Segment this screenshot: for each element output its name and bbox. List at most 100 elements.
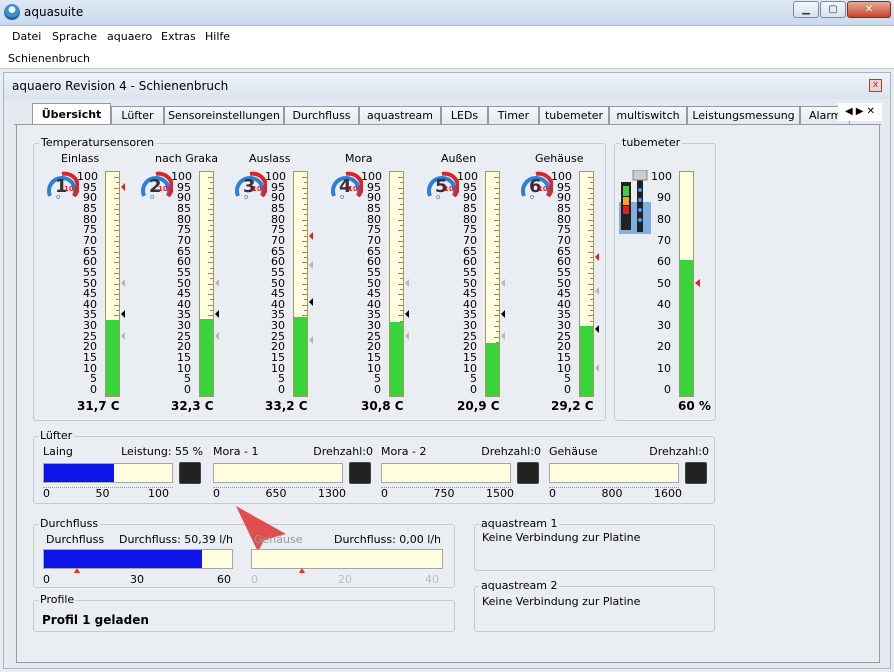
tab-tubemeter[interactable]: tubemeter <box>539 106 609 124</box>
sensor-bar-tick <box>588 283 593 285</box>
sensor-bar-tick <box>210 182 213 184</box>
sensor-bar-tick <box>398 187 403 189</box>
tab-durchfluss[interactable]: Durchfluss <box>284 106 359 124</box>
sensor-3-value: 33,2 C <box>265 399 308 413</box>
fans-title: Lüfter <box>38 429 75 442</box>
sensor-bar-tick <box>398 262 403 264</box>
sensor-bar-tick <box>400 299 403 301</box>
sensor-6-bar <box>579 171 594 397</box>
sensor-bar-tick <box>116 299 119 301</box>
menu-datei[interactable]: Datei <box>12 30 41 43</box>
menu-sprache[interactable]: Sprache <box>52 30 97 43</box>
sensor-bar-tick <box>210 256 213 258</box>
sensor-name-5: Außen <box>441 152 477 165</box>
tab-luefter[interactable]: Lüfter <box>111 106 164 124</box>
sensor-bar-tick <box>114 315 119 317</box>
sensor-bar-tick <box>302 177 307 178</box>
fan-1-scale-label: 0 <box>43 487 50 500</box>
fan-2-icon[interactable] <box>349 462 371 484</box>
fan-3-metric: Drehzahl:0 <box>481 445 541 458</box>
close-button[interactable]: ✕ <box>847 1 891 18</box>
sensor-bar-tick <box>400 310 403 312</box>
sensor-bar-tick <box>400 246 403 248</box>
sensor-bar-tick <box>208 251 213 253</box>
sensor-bar-tick <box>116 192 119 194</box>
sensor-bar-tick <box>302 230 307 232</box>
menu-extras[interactable]: Extras <box>161 30 196 43</box>
sensor-bar-tick <box>116 246 119 248</box>
menu-hilfe[interactable]: Hilfe <box>205 30 230 43</box>
sensor-6-alarm-marker <box>595 252 599 261</box>
sensor-bar-tick <box>494 208 499 210</box>
minimize-button[interactable]: ▁ <box>793 1 819 18</box>
fan-4-icon[interactable] <box>685 462 707 484</box>
tab-scroll-buttons[interactable]: ◀ ▶ ✕ <box>838 103 882 121</box>
sensor-bar-tick <box>210 192 213 194</box>
fan-3-icon[interactable] <box>517 462 539 484</box>
sensor-1-tick-label: 0 <box>90 383 97 396</box>
sensor-bar-tick <box>116 224 119 226</box>
sensor-4-limit-marker <box>405 310 409 319</box>
sensor-bar-tick <box>116 310 119 312</box>
fan-1-fill <box>44 464 115 482</box>
sensor-bar-tick <box>208 262 213 264</box>
tab-leistungsmessung[interactable]: Leistungsmessung <box>687 106 800 124</box>
flow-1-scale-label: 30 <box>130 573 144 586</box>
tab-sensoreinstellungen[interactable]: Sensoreinstellungen <box>164 106 284 124</box>
sensor-bar-tick <box>496 288 499 290</box>
sensor-bar-tick <box>496 320 499 322</box>
sensor-bar-tick <box>398 208 403 210</box>
sensor-bar-tick <box>398 251 403 253</box>
sensor-bar-tick <box>210 310 213 312</box>
sensor-bar-tick <box>588 315 593 317</box>
flow-1-bar <box>43 549 233 569</box>
sensor-1-range-marker <box>121 278 125 287</box>
fan-1-name: Laing <box>43 445 73 458</box>
fan-3-scale-label: 750 <box>433 487 455 500</box>
sensor-6-limit-marker <box>595 325 599 334</box>
app-title: aquasuite <box>24 5 84 19</box>
sensor-6-range-marker <box>595 363 599 372</box>
fan-4-bar <box>549 463 679 483</box>
tab-timer[interactable]: Timer <box>488 106 539 124</box>
sensor-bar-tick <box>208 240 213 242</box>
tab-leds[interactable]: LEDs <box>441 106 488 124</box>
sensor-bar-tick <box>304 235 307 237</box>
tab-uebersicht[interactable]: Übersicht <box>32 103 111 124</box>
flow-2-metric: Durchfluss: 0,00 l/h <box>333 533 441 546</box>
sensor-bar-tick <box>400 203 403 205</box>
tab-multiswitch[interactable]: multiswitch <box>609 106 687 124</box>
sensor-bar-tick <box>398 272 403 274</box>
sensor-bar-tick <box>588 219 593 221</box>
tubemeter-tick-label: 60 <box>657 255 671 269</box>
sensor-bar-tick <box>400 182 403 184</box>
sensor-bar-tick <box>494 251 499 253</box>
tab-aquastream[interactable]: aquastream <box>359 106 441 124</box>
sensor-bar-tick <box>398 315 403 317</box>
tubemeter-fill <box>680 260 693 396</box>
sensor-bar-tick <box>588 294 593 296</box>
sensor-bar-tick <box>302 304 307 306</box>
panel-close-button[interactable]: x <box>869 79 882 92</box>
fan-1-icon[interactable] <box>179 462 201 484</box>
sensor-name-3: Auslass <box>249 152 291 165</box>
fan-4-name: Gehäuse <box>549 445 598 458</box>
sensor-bar-tick <box>304 288 307 290</box>
menu-aquaero[interactable]: aquaero <box>107 30 152 43</box>
sensor-bar-tick <box>494 272 499 274</box>
sensor-bar-tick <box>494 230 499 232</box>
sensor-2-bar <box>199 171 214 397</box>
sensor-bar-tick <box>398 198 403 200</box>
sensor-bar-tick <box>114 208 119 210</box>
sensor-bar-tick <box>588 251 593 253</box>
sensor-6-tick-label: 0 <box>564 383 571 396</box>
sensor-bar-tick <box>114 294 119 296</box>
sensor-bar-tick <box>208 177 213 178</box>
sensor-name-6: Gehäuse <box>535 152 584 165</box>
sensor-bar-tick <box>114 240 119 242</box>
device-name[interactable]: Schienenbruch <box>8 52 90 65</box>
sensor-bar-tick <box>302 240 307 242</box>
sensor-5-tick-label: 0 <box>470 383 477 396</box>
maximize-button[interactable]: ▢ <box>820 1 846 18</box>
sensor-bar-tick <box>398 219 403 221</box>
